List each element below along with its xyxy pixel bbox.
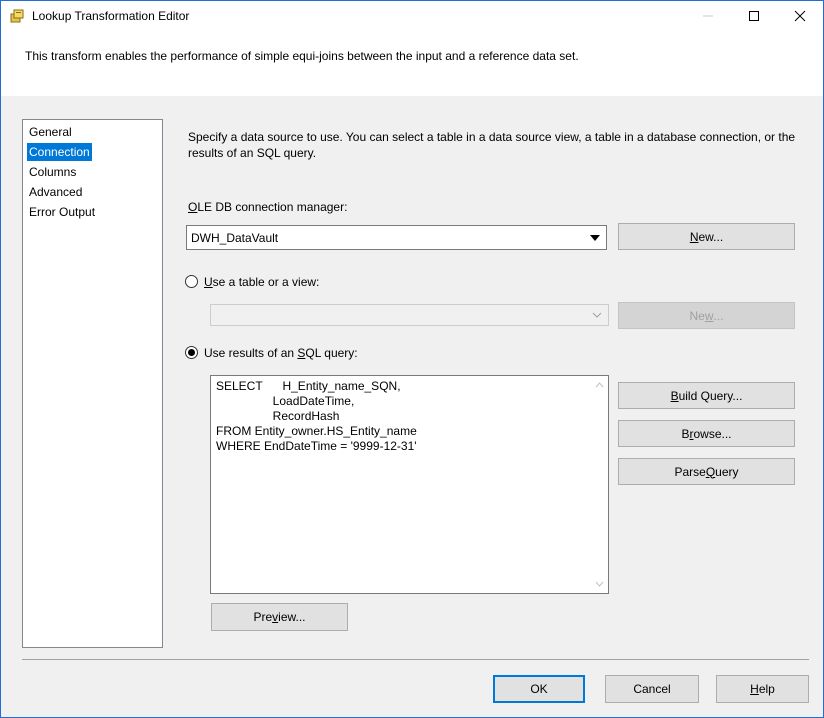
close-icon: [794, 10, 806, 22]
use-table-radio-label[interactable]: Use a table or a view:: [204, 275, 319, 289]
new-connection-button[interactable]: New...: [618, 223, 795, 250]
header-band: This transform enables the performance o…: [1, 31, 823, 96]
dropdown-arrow-icon[interactable]: [584, 227, 605, 248]
sql-query-textarea[interactable]: SELECT H_Entity_name_SQN, LoadDateTime, …: [210, 375, 609, 594]
browse-button[interactable]: Br owse...: [618, 420, 795, 447]
lookup-transformation-editor-window: Lookup Transformation Editor This transf…: [0, 0, 824, 718]
sql-query-scrollbar[interactable]: [591, 376, 608, 593]
radio-selected-dot: [188, 349, 195, 356]
maximize-button[interactable]: [731, 1, 777, 31]
nav-item-columns[interactable]: Columns: [27, 163, 78, 181]
footer-divider: [22, 659, 809, 660]
title-bar: Lookup Transformation Editor: [1, 1, 823, 31]
table-view-combo: [210, 304, 609, 326]
cancel-button[interactable]: Cancel: [605, 675, 699, 703]
chevron-down-icon: [586, 306, 607, 324]
page-navigation-list: General Connection Columns Advanced Erro…: [22, 119, 163, 648]
minimize-button[interactable]: [685, 1, 731, 31]
help-button[interactable]: Help: [716, 675, 809, 703]
preview-button[interactable]: Pre v iew...: [211, 603, 348, 631]
ole-db-connection-value: DWH_DataVault: [191, 231, 279, 245]
editor-description: This transform enables the performance o…: [25, 49, 579, 63]
connection-intro-text: Specify a data source to use. You can se…: [188, 130, 796, 160]
ssis-lookup-icon: [9, 8, 25, 24]
ole-db-connection-combo[interactable]: DWH_DataVault: [186, 225, 607, 250]
ok-button[interactable]: OK: [493, 675, 585, 703]
use-sql-query-radio[interactable]: [185, 346, 198, 359]
sql-query-text[interactable]: SELECT H_Entity_name_SQN, LoadDateTime, …: [216, 379, 417, 454]
use-sql-query-radio-label[interactable]: Use results of an SQL query:: [204, 346, 358, 360]
nav-item-advanced[interactable]: Advanced: [27, 183, 84, 201]
window-title: Lookup Transformation Editor: [32, 9, 190, 23]
nav-item-error-output[interactable]: Error Output: [27, 203, 97, 221]
nav-item-general[interactable]: General: [27, 123, 74, 141]
use-table-radio[interactable]: [185, 275, 198, 288]
build-query-button[interactable]: Build Query...: [618, 382, 795, 409]
new-table-button: Ne w...: [618, 302, 795, 329]
nav-item-connection[interactable]: Connection: [27, 143, 92, 161]
parse-query-button[interactable]: Parse Query: [618, 458, 795, 485]
close-button[interactable]: [777, 1, 823, 31]
ole-db-connection-manager-label: OLE DB connection manager:: [188, 200, 348, 214]
